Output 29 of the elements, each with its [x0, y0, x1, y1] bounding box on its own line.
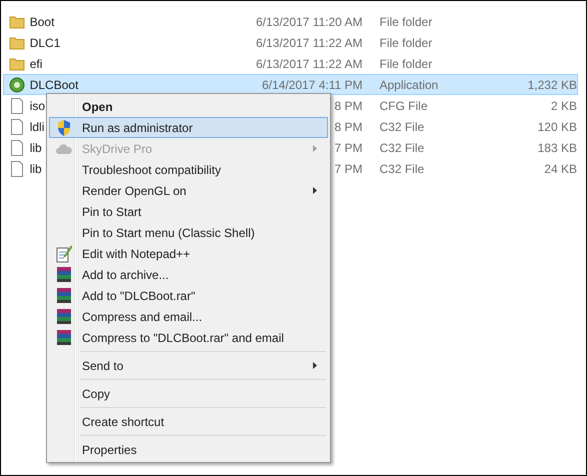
file-size: 120 KB — [538, 120, 577, 134]
file-type: C32 File — [380, 140, 424, 154]
file-type: File folder — [380, 56, 432, 70]
file-name: lib — [30, 140, 42, 154]
file-date: 7 PM — [334, 140, 362, 154]
file-date: 6/13/2017 11:22 AM — [256, 56, 362, 70]
file-type: C32 File — [380, 162, 424, 176]
file-date: 6/14/2017 4:11 PM — [262, 78, 362, 92]
file-name: ldli — [30, 120, 44, 134]
file-name: lib — [30, 162, 42, 176]
file-type: File folder — [380, 14, 432, 28]
file-type: File folder — [380, 36, 432, 50]
file-name: Boot — [30, 14, 54, 28]
file-size: 1,232 KB — [528, 78, 577, 92]
file-size: 183 KB — [538, 140, 577, 154]
file-date: 7 PM — [334, 162, 362, 176]
file-type: Application — [380, 78, 438, 92]
file-date: 8 PM — [334, 98, 362, 112]
file-size: 24 KB — [544, 162, 577, 176]
file-date: 8 PM — [334, 120, 362, 134]
file-date: 6/13/2017 11:20 AM — [256, 14, 362, 28]
file-name: efi — [30, 56, 42, 70]
file-type: C32 File — [380, 120, 424, 134]
file-name: iso — [30, 98, 46, 112]
file-size: 2 KB — [550, 98, 577, 112]
file-name: DLCBoot — [30, 78, 78, 92]
file-name: DLC1 — [30, 36, 60, 50]
file-date: 6/13/2017 11:22 AM — [256, 36, 362, 50]
file-type: CFG File — [380, 98, 428, 112]
